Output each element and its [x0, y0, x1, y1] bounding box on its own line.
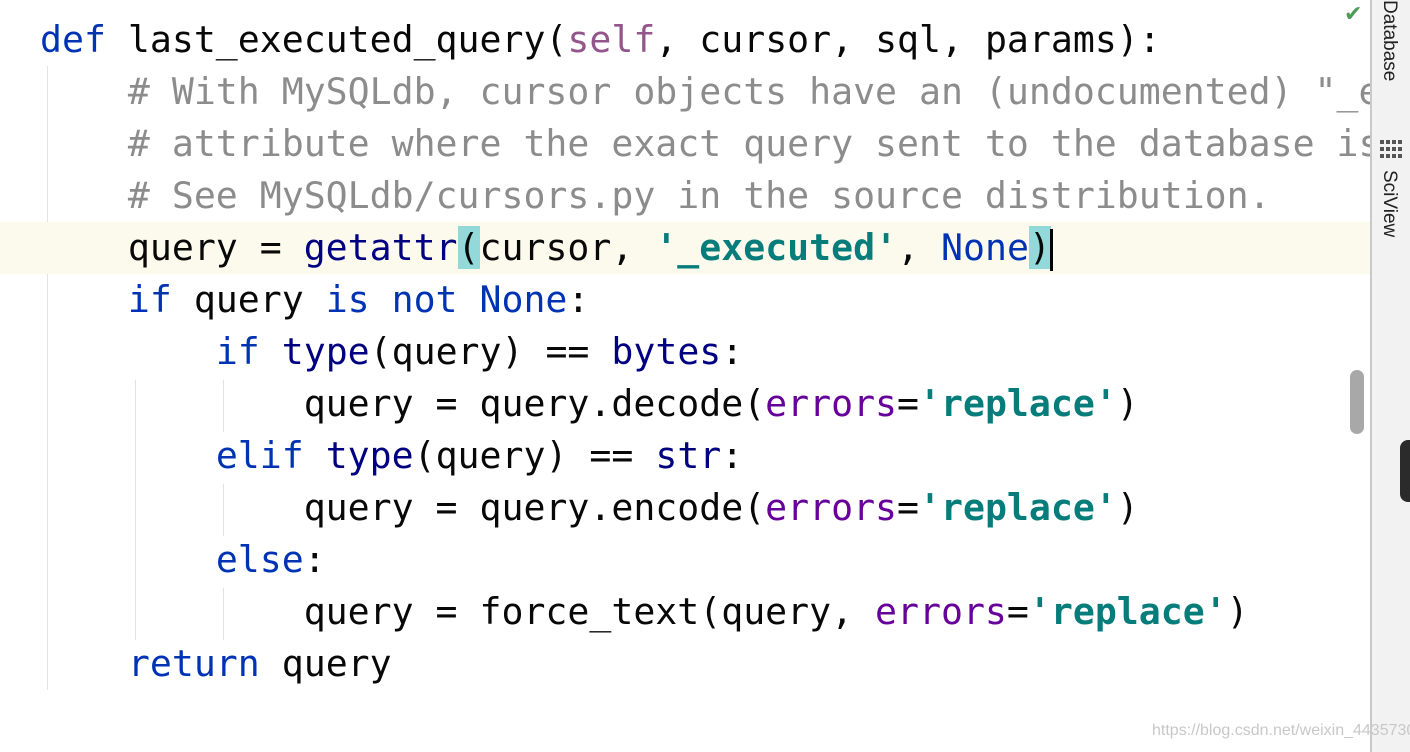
code-token: query — [259, 642, 392, 685]
code-token: query — [171, 278, 326, 321]
code-token: , — [897, 226, 942, 269]
database-tab-label: Database — [1379, 0, 1400, 82]
code-token: = — [897, 382, 920, 425]
code-token: ) — [1226, 590, 1249, 633]
code-line[interactable]: if type(query) == bytes: — [0, 326, 1370, 378]
code-token: : — [303, 538, 326, 581]
code-token: ( — [457, 226, 480, 269]
code-token: 'replace' — [919, 382, 1117, 425]
code-line[interactable]: query = query.decode(errors='replace') — [0, 378, 1370, 430]
code-line[interactable]: else: — [0, 534, 1370, 586]
code-token: cursor, — [479, 226, 656, 269]
floating-popup-edge[interactable] — [1400, 440, 1410, 502]
code-token: ) — [1116, 382, 1139, 425]
code-editor[interactable]: def last_executed_query(self, cursor, sq… — [0, 0, 1370, 752]
vertical-scrollbar[interactable] — [1350, 370, 1364, 434]
tab-database[interactable]: Database — [1378, 0, 1400, 81]
code-line[interactable]: # With MySQLdb, cursor objects have an (… — [0, 66, 1370, 118]
code-token: : — [567, 278, 590, 321]
code-token: : — [721, 330, 744, 373]
code-token: type — [281, 330, 370, 373]
code-token: type — [325, 434, 414, 477]
code-token: errors — [765, 486, 898, 529]
grid-icon — [1380, 140, 1402, 158]
code-line[interactable]: if query is not None: — [0, 274, 1370, 326]
code-token: 'replace' — [1028, 590, 1227, 633]
code-token: # With MySQLdb, cursor objects have an (… — [127, 70, 1370, 113]
code-token: ) — [1028, 226, 1051, 269]
code-token: errors — [765, 382, 898, 425]
code-token: if — [215, 330, 260, 373]
code-line[interactable]: def last_executed_query(self, cursor, sq… — [0, 14, 1370, 66]
code-token: last_executed_query( — [105, 18, 568, 61]
code-token: : — [721, 434, 744, 477]
code-token: str — [655, 434, 722, 477]
right-tool-window-bar: Database SciView — [1370, 0, 1410, 752]
code-token: (query) == — [369, 330, 612, 373]
code-token: query = query.encode( — [40, 486, 766, 529]
tab-sciview[interactable]: SciView — [1378, 170, 1400, 237]
code-token: # See MySQLdb/cursors.py in the source d… — [127, 174, 1271, 217]
code-token: ) — [1116, 486, 1139, 529]
code-token: elif — [215, 434, 304, 477]
code-token: '_executed' — [655, 226, 898, 269]
code-token: bytes — [611, 330, 722, 373]
code-token: else — [215, 538, 304, 581]
code-line[interactable]: # See MySQLdb/cursors.py in the source d… — [0, 170, 1370, 222]
code-token: query = force_text(query, — [40, 590, 876, 633]
code-token: errors — [875, 590, 1007, 633]
code-token: return — [127, 642, 260, 685]
code-token: query = query.decode( — [40, 382, 766, 425]
check-icon[interactable]: ✔ — [1344, 2, 1362, 27]
code-token: (query) == — [413, 434, 656, 477]
sciview-tab-label: SciView — [1379, 170, 1400, 238]
code-token: query = — [40, 226, 304, 269]
code-token: is not None — [325, 278, 568, 321]
code-token: getattr — [303, 226, 458, 269]
watermark: https://blog.csdn.net/weixin_44357305 — [1152, 722, 1410, 739]
code-token: = — [897, 486, 920, 529]
code-line[interactable]: query = query.encode(errors='replace') — [0, 482, 1370, 534]
code-line[interactable]: query = force_text(query, errors='replac… — [0, 586, 1370, 638]
code-token: # attribute where the exact query sent t… — [127, 122, 1370, 165]
code-token: def — [40, 18, 106, 61]
code-line[interactable]: query = getattr(cursor, '_executed', Non… — [0, 222, 1370, 274]
code-token: , cursor, sql, params): — [655, 18, 1161, 61]
code-token: None — [941, 226, 1029, 269]
code-line[interactable]: elif type(query) == str: — [0, 430, 1370, 482]
code-line[interactable]: # attribute where the exact query sent t… — [0, 118, 1370, 170]
text-caret — [1049, 228, 1053, 271]
code-line[interactable]: return query — [0, 638, 1370, 690]
code-token: if — [127, 278, 172, 321]
code-token: 'replace' — [919, 486, 1117, 529]
code-token: self — [567, 18, 656, 61]
code-token: = — [1006, 590, 1029, 633]
